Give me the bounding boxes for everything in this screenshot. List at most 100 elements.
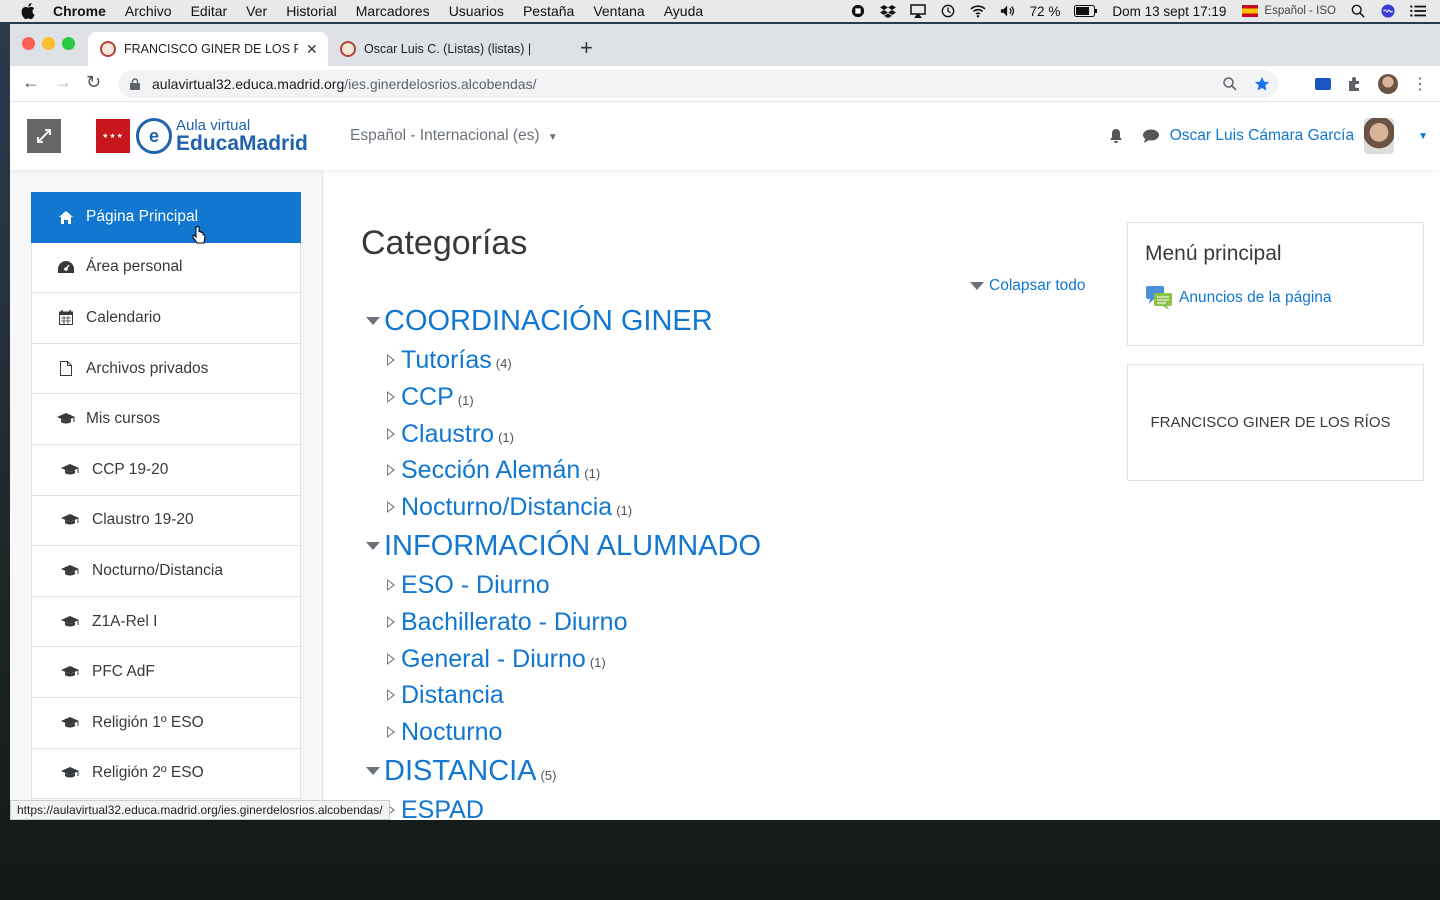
menu-ayuda[interactable]: Ayuda	[664, 3, 703, 19]
subcategory[interactable]: Nocturno	[387, 718, 506, 747]
subcategory[interactable]: General - Diurno (1)	[387, 645, 606, 674]
messages-bubble-icon[interactable]	[1142, 128, 1160, 144]
notifications-bell-icon[interactable]	[1108, 128, 1124, 144]
record-icon[interactable]	[850, 4, 866, 18]
announcements-link[interactable]: Anuncios de la página	[1145, 285, 1332, 311]
zoom-icon[interactable]	[1222, 76, 1238, 92]
forward-arrow-icon[interactable]: →	[54, 72, 72, 93]
subcategory-name[interactable]: Tutorías	[401, 346, 492, 375]
bookmark-star-icon[interactable]	[1254, 76, 1270, 92]
nav-item-area-personal[interactable]: Área personal	[31, 242, 301, 294]
apple-icon[interactable]	[21, 3, 35, 19]
subcategory-name[interactable]: ESO - Diurno	[401, 571, 550, 600]
subcategory-name[interactable]: General - Diurno	[401, 645, 586, 674]
subcategory-name[interactable]: Claustro	[401, 420, 494, 449]
nav-item-calendario[interactable]: Calendario	[31, 293, 301, 344]
subcategory[interactable]: Bachillerato - Diurno	[387, 608, 632, 637]
airplay-icon[interactable]	[909, 4, 926, 18]
spotlight-search-icon[interactable]	[1350, 4, 1366, 18]
collapsed-caret-icon[interactable]	[387, 653, 395, 665]
subcategory-name[interactable]: Nocturno/Distancia	[401, 493, 612, 522]
subcategory[interactable]: Tutorías (4)	[387, 346, 512, 375]
menu-editar[interactable]: Editar	[191, 3, 228, 19]
subcategory[interactable]: Distancia	[387, 681, 508, 710]
user-avatar[interactable]	[1364, 118, 1395, 154]
expanded-caret-icon[interactable]	[366, 542, 380, 550]
subcategory[interactable]: Sección Alemán (1)	[387, 456, 600, 485]
nav-item-pagina-principal[interactable]: Página Principal	[31, 192, 301, 243]
expanded-caret-icon[interactable]	[366, 767, 380, 775]
user-menu-caret-icon[interactable]: ▼	[1418, 131, 1428, 142]
nav-item-course[interactable]: CCP 19-20	[31, 444, 301, 496]
menu-historial[interactable]: Historial	[286, 3, 337, 19]
menu-usuarios[interactable]: Usuarios	[449, 3, 504, 19]
nav-item-course[interactable]: Religión 1º ESO	[31, 697, 301, 749]
time-machine-icon[interactable]	[940, 4, 956, 18]
siri-icon[interactable]	[1380, 4, 1396, 18]
collapsed-caret-icon[interactable]	[387, 689, 395, 701]
profile-avatar-icon[interactable]	[1378, 74, 1398, 94]
subcategory-name[interactable]: CCP	[401, 383, 454, 412]
chrome-menu-icon[interactable]: ⋮	[1412, 74, 1428, 94]
subcategory-name[interactable]: Bachillerato - Diurno	[401, 608, 628, 637]
collapsed-caret-icon[interactable]	[387, 501, 395, 513]
collapsed-caret-icon[interactable]	[387, 391, 395, 403]
subcategory[interactable]: CCP (1)	[387, 383, 474, 412]
subcategory-name[interactable]: Distancia	[401, 681, 504, 710]
wifi-icon[interactable]	[969, 4, 986, 18]
nav-item-course[interactable]: Claustro 19-20	[31, 495, 301, 547]
subcategory[interactable]: ESO - Diurno	[387, 571, 554, 600]
nav-item-archivos-privados[interactable]: Archivos privados	[31, 343, 301, 395]
extensions-puzzle-icon[interactable]	[1346, 75, 1364, 93]
category-name[interactable]: DISTANCIA	[384, 755, 537, 788]
expanded-caret-icon[interactable]	[366, 317, 380, 325]
close-tab-icon[interactable]: ✕	[306, 41, 318, 58]
menu-chrome[interactable]: Chrome	[53, 3, 106, 19]
nav-item-course[interactable]: Religión 2º ESO	[31, 748, 301, 800]
drawer-toggle-button[interactable]	[27, 119, 61, 153]
collapsed-caret-icon[interactable]	[387, 726, 395, 738]
new-tab-button[interactable]: +	[580, 35, 593, 61]
minimize-window-button[interactable]	[42, 37, 55, 50]
lock-icon[interactable]	[130, 78, 140, 90]
browser-tab-active[interactable]: FRANCISCO GINER DE LOS RÍOS ✕	[88, 32, 328, 66]
menu-ventana[interactable]: Ventana	[593, 3, 644, 19]
address-bar[interactable]: aulavirtual32.educa.madrid.org /ies.gine…	[118, 70, 1278, 98]
category-name[interactable]: COORDINACIÓN GINER	[384, 305, 713, 338]
collapse-all-link[interactable]: Colapsar todo	[970, 277, 1086, 295]
dropbox-icon[interactable]	[879, 4, 896, 18]
category-top[interactable]: COORDINACIÓN GINER	[366, 305, 713, 338]
clock[interactable]: Dom 13 sept 17:19	[1112, 4, 1226, 19]
volume-icon[interactable]	[1000, 4, 1016, 18]
nav-item-mis-cursos[interactable]: Mis cursos	[31, 394, 301, 445]
reload-icon[interactable]: ↻	[86, 72, 101, 93]
notification-center-icon[interactable]	[1410, 4, 1426, 18]
subcategory-name[interactable]: ESPAD	[401, 796, 484, 820]
subcategory[interactable]: Nocturno/Distancia (1)	[387, 493, 632, 522]
menu-archivo[interactable]: Archivo	[125, 3, 172, 19]
subcategory-name[interactable]: Nocturno	[401, 718, 502, 747]
back-arrow-icon[interactable]: ←	[22, 72, 40, 93]
collapsed-caret-icon[interactable]	[387, 428, 395, 440]
subcategory[interactable]: Claustro (1)	[387, 420, 514, 449]
menu-ver[interactable]: Ver	[246, 3, 267, 19]
user-name[interactable]: Oscar Luis Cámara García	[1170, 127, 1354, 145]
menu-marcadores[interactable]: Marcadores	[356, 3, 430, 19]
extension-meet-icon[interactable]	[1314, 76, 1332, 92]
nav-item-course[interactable]: Nocturno/Distancia	[31, 546, 301, 597]
language-selector[interactable]: Español - Internacional (es) ▼	[350, 127, 558, 145]
collapsed-caret-icon[interactable]	[387, 616, 395, 628]
nav-item-course[interactable]: PFC AdF	[31, 647, 301, 698]
subcategory[interactable]: ESPAD	[387, 796, 488, 820]
spanish-flag-icon[interactable]	[1242, 4, 1259, 18]
category-name[interactable]: INFORMACIÓN ALUMNADO	[384, 530, 761, 563]
menu-pestana[interactable]: Pestaña	[523, 3, 574, 19]
input-source[interactable]: Español - ISO	[1264, 5, 1336, 17]
collapsed-caret-icon[interactable]	[387, 579, 395, 591]
close-window-button[interactable]	[22, 37, 35, 50]
educamadrid-logo[interactable]: ★★★ e Aula virtual EducaMadrid	[96, 118, 308, 154]
battery-icon[interactable]	[1074, 4, 1098, 18]
category-top[interactable]: INFORMACIÓN ALUMNADO	[366, 530, 761, 563]
collapsed-caret-icon[interactable]	[387, 354, 395, 366]
subcategory-name[interactable]: Sección Alemán	[401, 456, 580, 485]
